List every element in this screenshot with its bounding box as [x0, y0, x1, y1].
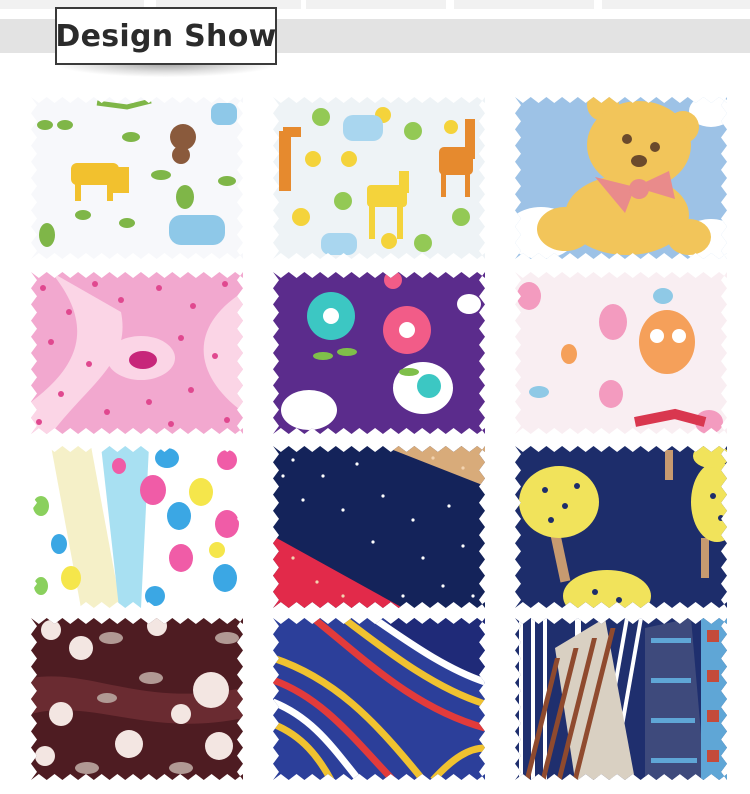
swatch-wavy-stripes [273, 618, 485, 780]
owl-eye [672, 329, 686, 343]
swatch-stars-on-navy [273, 446, 485, 608]
swatch-teddy-bear [515, 97, 727, 259]
swatch-polka-dots [31, 446, 243, 608]
page-title: Design Show [55, 18, 277, 54]
flower-center [399, 322, 415, 338]
swatch-background [515, 272, 727, 434]
swatch-animals-on-white [31, 97, 243, 259]
owl-eye [650, 329, 664, 343]
swatch-owls-on-white [515, 272, 727, 434]
swatch-pink-florals [31, 272, 243, 434]
flower-center [323, 308, 339, 324]
page-title-box: Design Show [55, 7, 277, 65]
swatch-plaid-stripes [515, 618, 727, 780]
swirl-center [129, 351, 157, 369]
title-shadow [55, 63, 277, 77]
swatch-giraffes-and-frogs [273, 97, 485, 259]
swatch-trees-on-navy [515, 446, 727, 608]
swatch-florals-on-maroon [31, 618, 243, 780]
swatch-flowers-on-purple [273, 272, 485, 434]
